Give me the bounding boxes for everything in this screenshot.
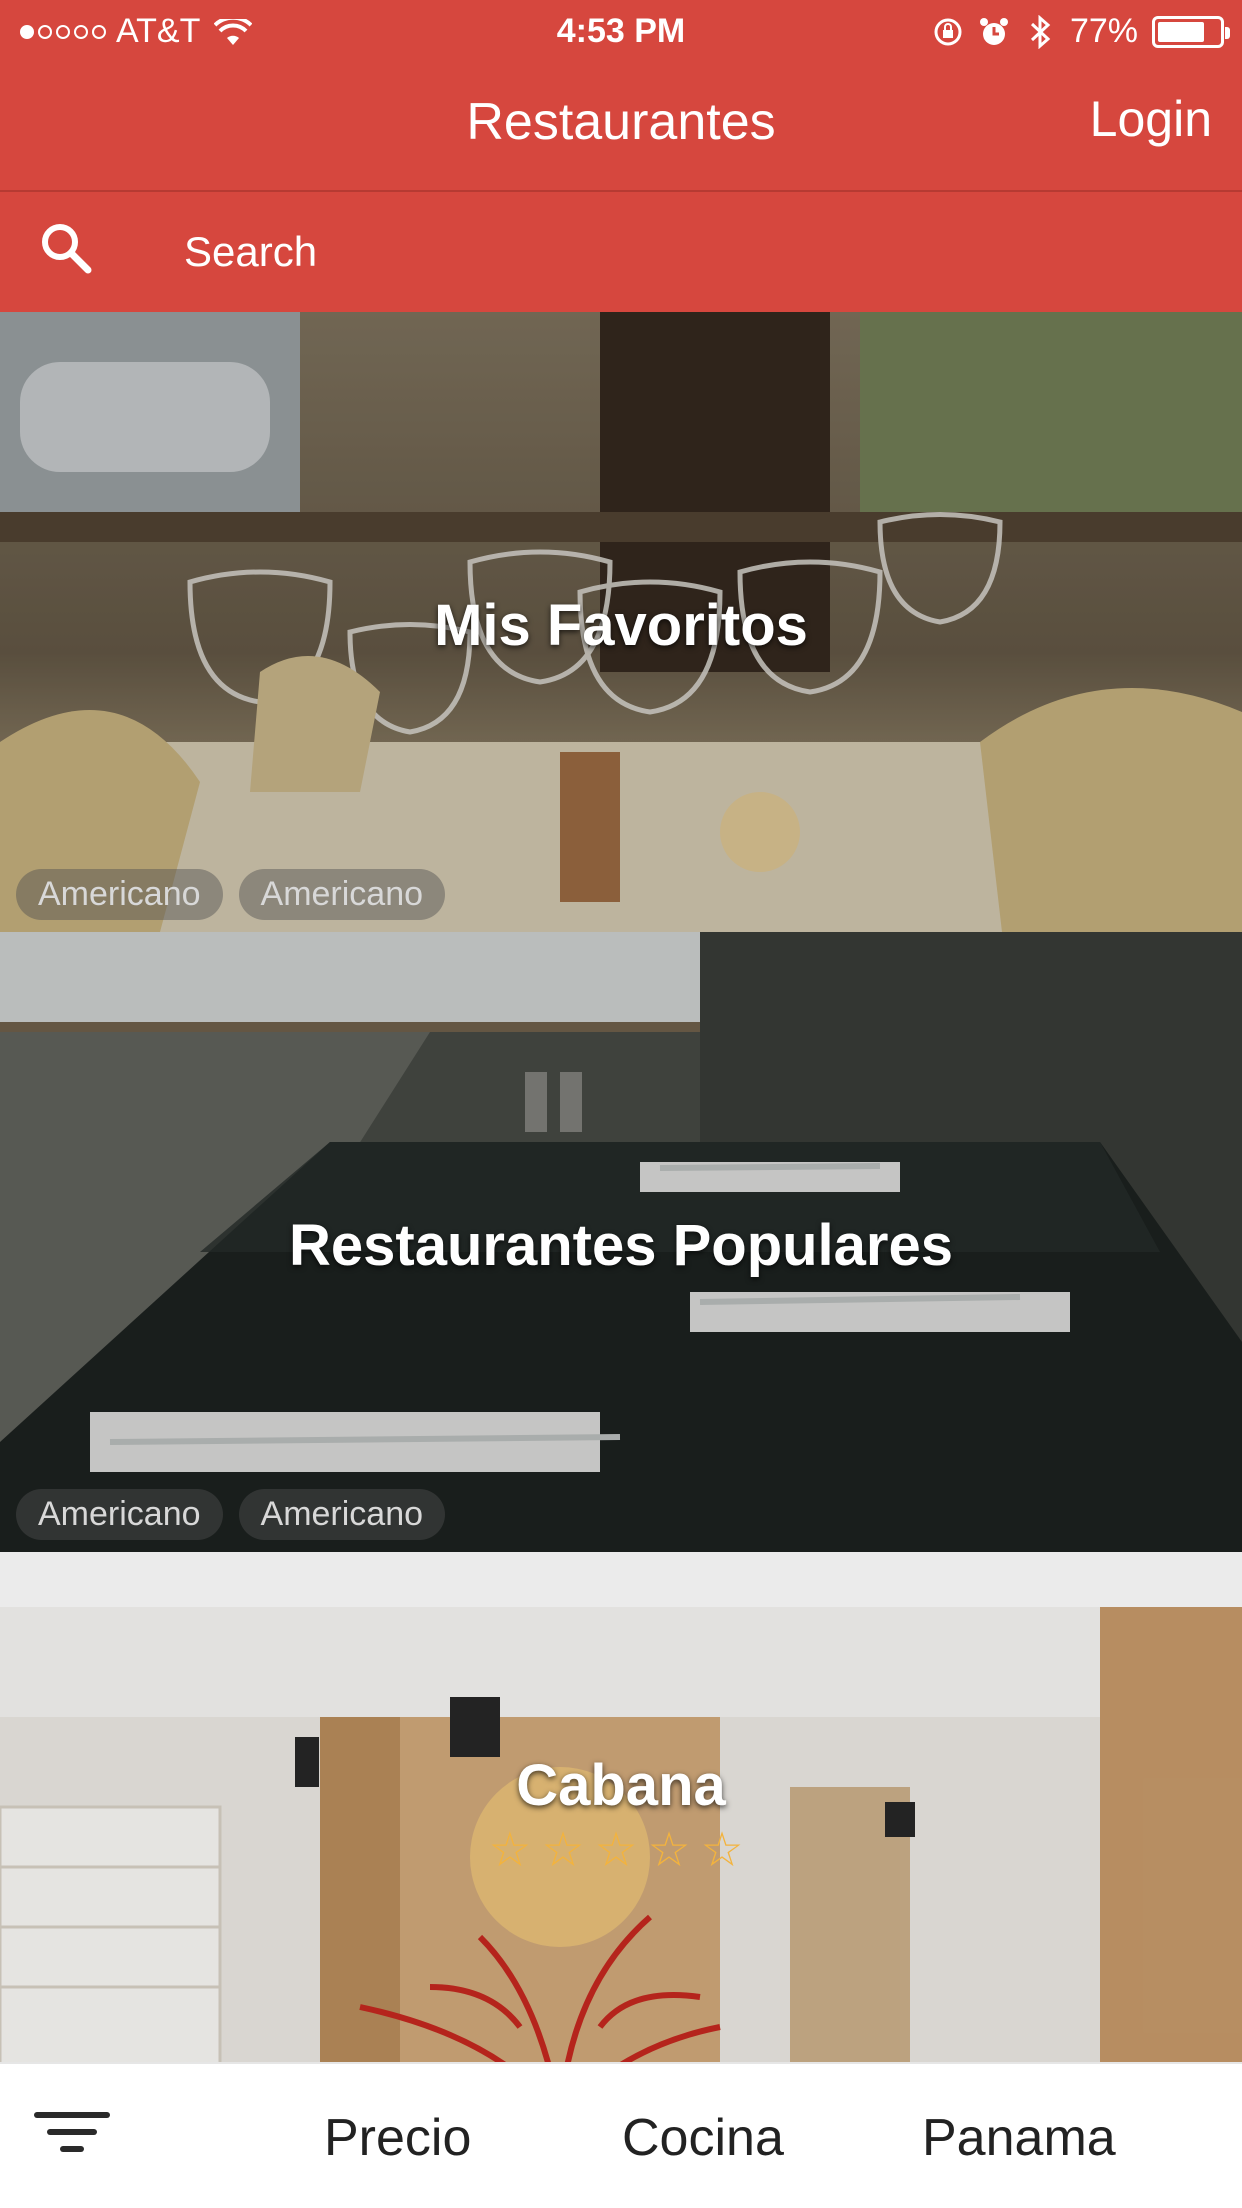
navigation-bar: Restaurantes Login [0,62,1242,190]
card-title: Restaurantes Populares [288,1213,954,1278]
status-bar: AT&T 4:53 PM 77% [0,0,1242,62]
bluetooth-icon [1024,14,1056,49]
login-button[interactable]: Login [1090,90,1212,148]
alarm-icon [978,16,1010,48]
page-title: Restaurantes [466,93,776,151]
star-icon: ☆ [647,1824,701,1877]
card-title: Mis Favoritos [434,593,808,658]
filter-icon[interactable] [34,2112,110,2164]
cuisine-tag[interactable]: Americano [238,869,446,920]
cuisine-tag[interactable]: Americano [16,1489,223,1540]
filter-cuisine-button[interactable]: Cocina [622,2108,784,2168]
battery-icon [1152,15,1230,48]
search-icon[interactable] [36,218,96,278]
cuisine-tags: Americano Americano [16,869,446,920]
category-card-favoritos[interactable]: Mis Favoritos Americano Americano [0,312,1242,932]
battery-level [1158,21,1205,42]
search-bar [0,192,1242,312]
search-input[interactable] [184,222,1184,282]
filter-price-button[interactable]: Precio [324,2108,471,2168]
category-card-populares[interactable]: Restaurantes Populares Americano America… [0,932,1242,1552]
cuisine-tag[interactable]: Americano [238,1489,446,1540]
rotation-lock-icon [932,16,964,48]
star-icon: ☆ [488,1824,542,1877]
cuisine-tag[interactable]: Americano [16,869,223,920]
rating-stars: ☆☆☆☆☆ [0,1822,1242,1878]
star-icon: ☆ [700,1824,754,1877]
restaurant-name: Cabana [516,1753,726,1818]
star-icon: ☆ [541,1824,595,1877]
star-icon: ☆ [594,1824,648,1877]
app-header: AT&T 4:53 PM 77% Restaurantes Login [0,0,1242,190]
battery-percent: 77% [1069,12,1138,50]
status-right: 77% [932,12,1230,51]
cuisine-tags: Americano Americano [16,1489,446,1540]
restaurant-card-cabana[interactable]: Cabana ☆☆☆☆☆ [0,1552,1242,2062]
filter-bar: Precio Cocina Panama [0,2062,1242,2208]
filter-location-button[interactable]: Panama [922,2108,1116,2168]
